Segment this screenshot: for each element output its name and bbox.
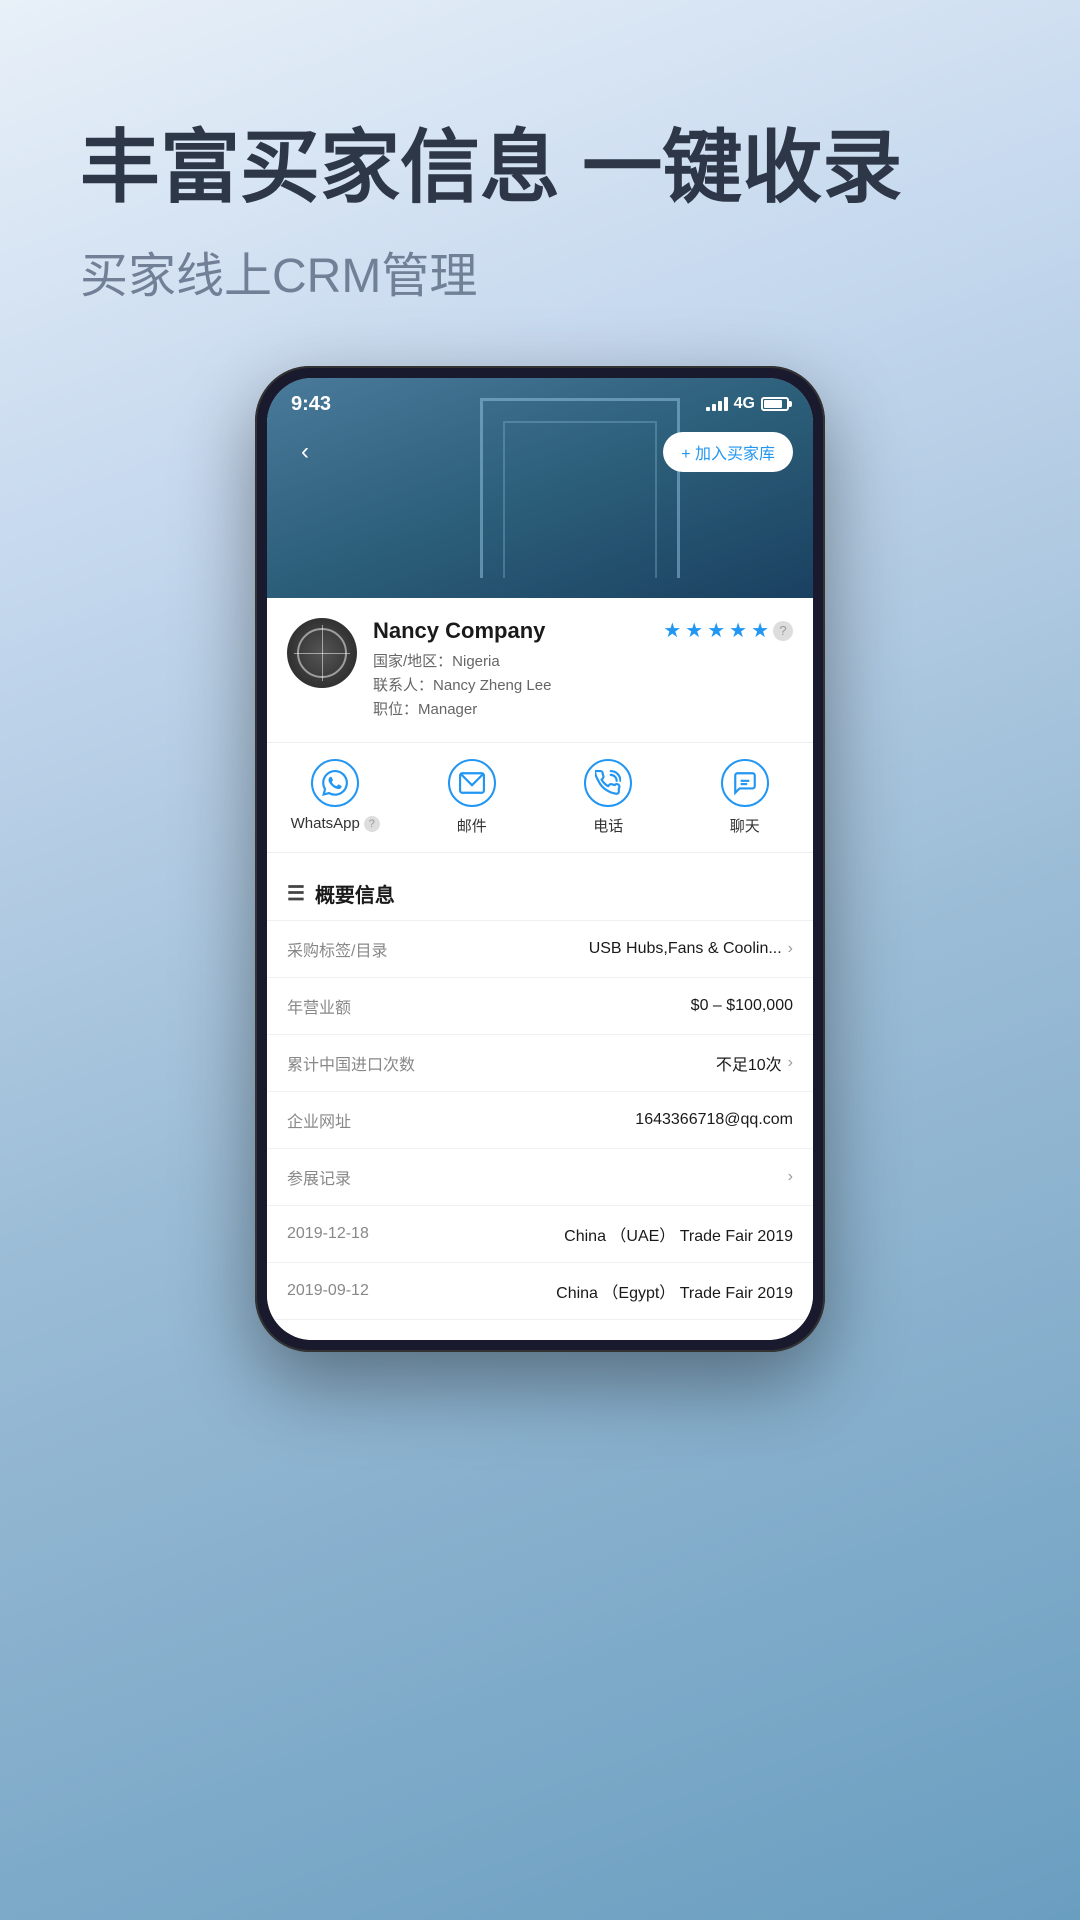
- contact-label: 联系人：: [373, 677, 433, 694]
- position-value: Manager: [418, 701, 477, 718]
- status-icons: 4G: [706, 395, 789, 413]
- contact-person-value: Nancy Zheng Lee: [433, 677, 551, 694]
- whatsapp-label: WhatsApp ?: [291, 815, 380, 832]
- contact-country: 国家/地区：Nigeria: [373, 650, 551, 671]
- avatar-crosshair-icon: [297, 628, 347, 678]
- info-row-fair-2: 2019-09-12 China （Egypt） Trade Fair 2019: [267, 1263, 813, 1320]
- info-row-website: 企业网址 1643366718@qq.com: [267, 1092, 813, 1149]
- info-row-exhibition[interactable]: 参展记录 ›: [267, 1149, 813, 1206]
- battery-icon: [761, 397, 789, 411]
- contact-info: Nancy Company 国家/地区：Nigeria 联系人：Nancy Zh…: [373, 618, 793, 722]
- action-bar: WhatsApp ? 邮件: [267, 743, 813, 853]
- phone-frame: 9:43 4G: [255, 366, 825, 1352]
- info-row-purchase-tag[interactable]: 采购标签/目录 USB Hubs,Fans & Coolin... ›: [267, 921, 813, 978]
- phone-icon: [584, 759, 632, 807]
- action-chat[interactable]: 聊天: [677, 743, 814, 852]
- website-label: 企业网址: [287, 1108, 351, 1132]
- phone-label: 电话: [593, 815, 623, 836]
- exhibition-label: 参展记录: [287, 1165, 351, 1189]
- star-rating: ★ ★ ★ ★ ★ ?: [663, 618, 793, 643]
- star-5: ★: [751, 618, 769, 643]
- import-count-value: 不足10次 ›: [716, 1051, 793, 1075]
- info-row-fair-1: 2019-12-18 China （UAE） Trade Fair 2019: [267, 1206, 813, 1263]
- website-value: 1643366718@qq.com: [635, 1111, 793, 1129]
- signal-bars-icon: [706, 397, 728, 411]
- network-type: 4G: [734, 395, 755, 413]
- position-label: 职位：: [373, 701, 418, 718]
- info-row-revenue: 年营业额 $0 – $100,000: [267, 978, 813, 1035]
- status-bar: 9:43 4G: [267, 378, 813, 422]
- revenue-value: $0 – $100,000: [691, 997, 793, 1015]
- star-2: ★: [685, 618, 703, 643]
- contact-name: Nancy Company: [373, 618, 551, 644]
- import-count-label: 累计中国进口次数: [287, 1051, 415, 1075]
- action-email[interactable]: 邮件: [404, 743, 541, 852]
- exhibition-value: ›: [788, 1168, 793, 1186]
- contact-card: Nancy Company 国家/地区：Nigeria 联系人：Nancy Zh…: [267, 598, 813, 743]
- add-buyer-button[interactable]: + 加入买家库: [663, 432, 793, 472]
- email-label: 邮件: [457, 815, 487, 836]
- back-button[interactable]: ‹: [287, 434, 323, 470]
- fair-2-date: 2019-09-12: [287, 1282, 369, 1300]
- info-section-header: ☰ 概要信息: [267, 861, 813, 921]
- whatsapp-help-icon[interactable]: ?: [364, 816, 380, 832]
- phone-nav: ‹ + 加入买家库: [267, 422, 813, 482]
- fair-1-name: China （UAE） Trade Fair 2019: [564, 1222, 793, 1246]
- info-row-import-count[interactable]: 累计中国进口次数 不足10次 ›: [267, 1035, 813, 1092]
- country-label: 国家/地区：: [373, 653, 452, 670]
- revenue-label: 年营业额: [287, 994, 351, 1018]
- chevron-right-icon-3: ›: [788, 1168, 793, 1186]
- chevron-right-icon-2: ›: [788, 1054, 793, 1072]
- chat-label: 聊天: [730, 815, 760, 836]
- battery-fill: [764, 400, 782, 408]
- header-section: 丰富买家信息 一键收录 买家线上CRM管理: [0, 0, 1080, 346]
- sub-title: 买家线上CRM管理: [80, 236, 1000, 306]
- contact-position: 职位：Manager: [373, 698, 551, 719]
- main-title: 丰富买家信息 一键收录: [80, 120, 1000, 216]
- star-3: ★: [707, 618, 725, 643]
- chat-icon: [721, 759, 769, 807]
- overview-icon: ☰: [287, 881, 305, 906]
- contact-person: 联系人：Nancy Zheng Lee: [373, 674, 551, 695]
- action-whatsapp[interactable]: WhatsApp ?: [267, 743, 404, 852]
- phone-bottom-padding: [267, 1320, 813, 1340]
- rating-help-icon[interactable]: ?: [773, 621, 793, 641]
- avatar-placeholder: [287, 618, 357, 688]
- phone-hero-image: 9:43 4G: [267, 378, 813, 598]
- country-value: Nigeria: [452, 653, 500, 670]
- chevron-right-icon: ›: [788, 940, 793, 958]
- purchase-tag-label: 采购标签/目录: [287, 937, 387, 961]
- star-4: ★: [729, 618, 747, 643]
- star-1: ★: [663, 618, 681, 643]
- email-icon: [448, 759, 496, 807]
- status-time: 9:43: [291, 393, 331, 416]
- overview-title: 概要信息: [315, 879, 395, 908]
- info-section: ☰ 概要信息 采购标签/目录 USB Hubs,Fans & Coolin...…: [267, 861, 813, 1320]
- fair-1-date: 2019-12-18: [287, 1225, 369, 1243]
- phone-container: 9:43 4G: [0, 366, 1080, 1352]
- action-phone[interactable]: 电话: [540, 743, 677, 852]
- whatsapp-icon: [311, 759, 359, 807]
- avatar: [287, 618, 357, 688]
- phone-screen: 9:43 4G: [267, 378, 813, 1340]
- fair-2-name: China （Egypt） Trade Fair 2019: [556, 1279, 793, 1303]
- purchase-tag-value: USB Hubs,Fans & Coolin... ›: [589, 940, 793, 958]
